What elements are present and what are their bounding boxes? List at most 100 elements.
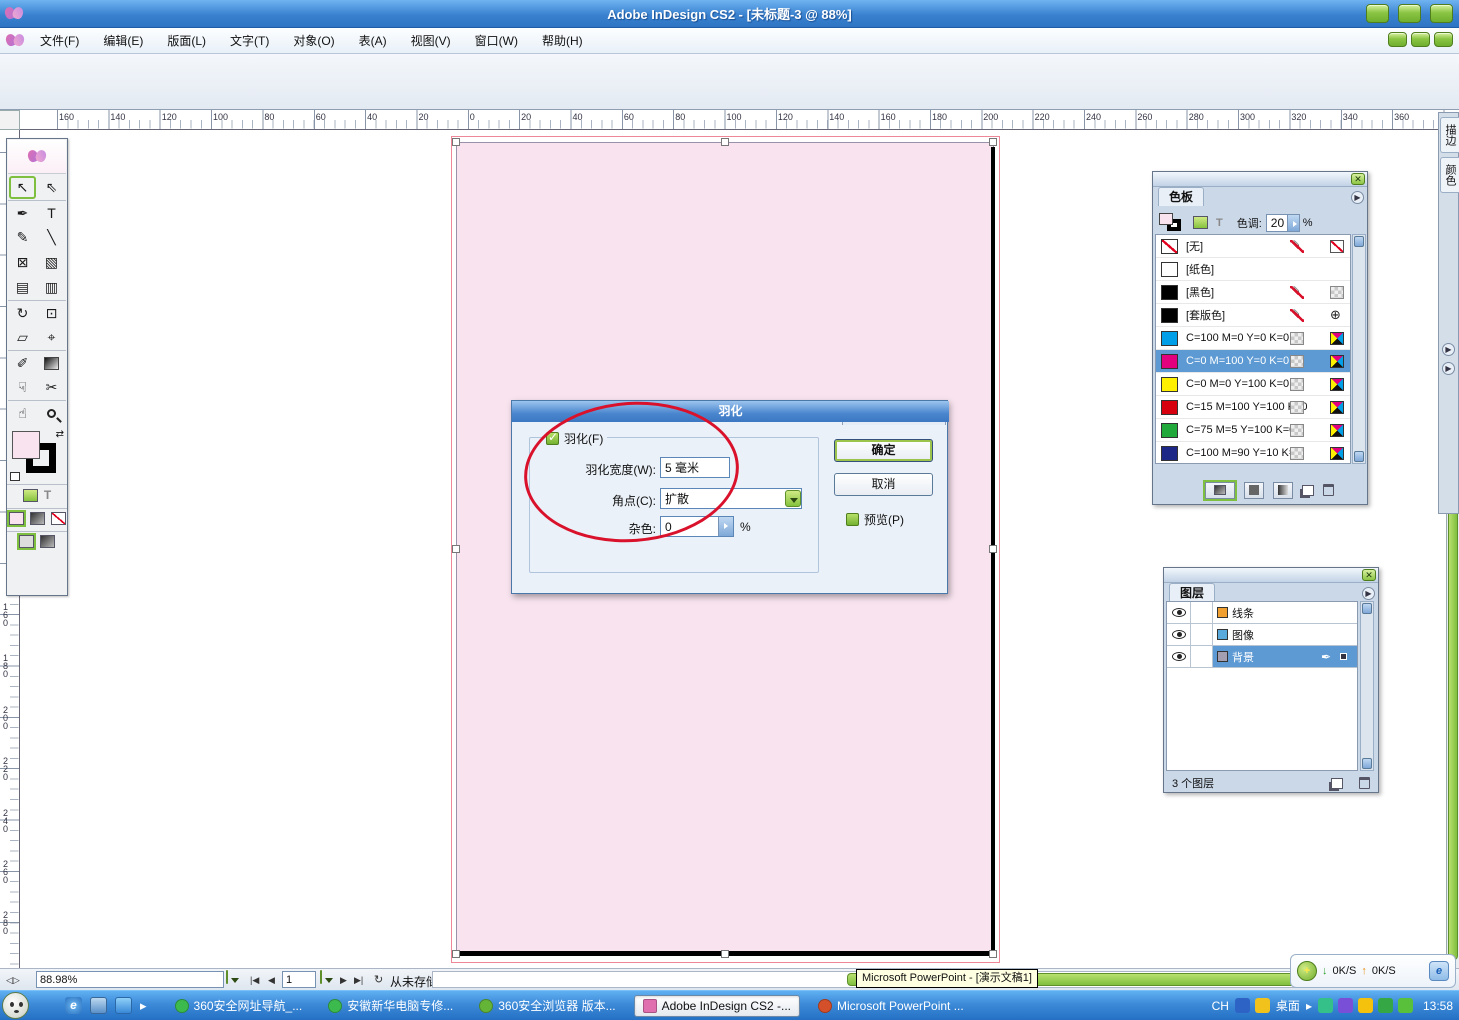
- menu-item[interactable]: 对象(O): [285, 30, 342, 51]
- tool-button[interactable]: ☟: [8, 375, 37, 400]
- tint-field[interactable]: 20: [1266, 214, 1300, 232]
- cancel-button[interactable]: 取消: [834, 473, 933, 496]
- noise-field[interactable]: 0: [660, 516, 734, 537]
- scroll-up-icon[interactable]: [1354, 236, 1364, 247]
- doc-restore-button[interactable]: [1411, 32, 1430, 47]
- noise-spinner[interactable]: [718, 517, 733, 536]
- selection-handle-se[interactable]: [989, 950, 997, 958]
- tool-button[interactable]: ╲: [37, 225, 66, 250]
- show-color-swatches-button[interactable]: [1244, 482, 1264, 499]
- dialog-titlebar[interactable]: 羽化: [512, 401, 949, 422]
- swatch-row[interactable]: C=0 M=0 Y=100 K=0: [1156, 373, 1350, 396]
- layer-lock-cell[interactable]: [1191, 624, 1213, 645]
- language-indicator[interactable]: CH: [1212, 999, 1229, 1013]
- tray-icon[interactable]: [1398, 998, 1413, 1013]
- ie-icon[interactable]: e: [1429, 961, 1449, 981]
- swatches-scrollbar[interactable]: [1352, 234, 1366, 464]
- corner-dropdown[interactable]: 扩散: [660, 488, 802, 509]
- menu-item[interactable]: 窗口(W): [467, 30, 526, 51]
- tool-button[interactable]: ↖: [8, 175, 37, 200]
- tool-button[interactable]: ↻: [8, 300, 37, 325]
- tray-chevron-icon[interactable]: ▸: [1306, 999, 1312, 1013]
- net-monitor-icon[interactable]: +: [1297, 961, 1317, 981]
- new-swatch-icon[interactable]: [1302, 485, 1314, 496]
- new-layer-icon[interactable]: [1331, 778, 1343, 789]
- side-tab[interactable]: 颜色: [1440, 157, 1459, 193]
- tray-icon[interactable]: [1255, 998, 1270, 1013]
- swap-fill-stroke-icon[interactable]: ⇄: [56, 429, 64, 440]
- swatches-menu-icon[interactable]: ▶: [1351, 191, 1364, 204]
- page-dropdown[interactable]: [320, 970, 322, 984]
- quicklaunch-ie-icon[interactable]: e: [65, 997, 82, 1014]
- preview-view-button[interactable]: [40, 535, 55, 548]
- menu-item[interactable]: 版面(L): [159, 30, 214, 51]
- feather-checkbox[interactable]: [546, 432, 559, 445]
- tool-button[interactable]: ✒: [8, 200, 37, 225]
- ruler-origin-corner[interactable]: [0, 110, 20, 130]
- page-number-field[interactable]: 1: [282, 971, 316, 988]
- previous-page-button[interactable]: ◀: [268, 971, 275, 989]
- swatch-row[interactable]: C=75 M=5 Y=100 K=0: [1156, 419, 1350, 442]
- swatch-row[interactable]: C=100 M=0 Y=0 K=0: [1156, 327, 1350, 350]
- preview-checkbox[interactable]: [846, 513, 859, 526]
- tool-button[interactable]: ✎: [8, 225, 37, 250]
- last-page-button[interactable]: ▶|: [354, 971, 363, 989]
- swatches-fill-stroke-proxy[interactable]: [1159, 213, 1185, 233]
- swatch-row[interactable]: [无]: [1156, 235, 1350, 258]
- selection-handle-sw[interactable]: [452, 950, 460, 958]
- first-page-button[interactable]: |◀: [250, 971, 259, 989]
- tool-button[interactable]: ▤: [8, 275, 37, 300]
- menu-item[interactable]: 编辑(E): [95, 30, 151, 51]
- swatch-row[interactable]: [黑色]: [1156, 281, 1350, 304]
- zoom-level-field[interactable]: 88.98%: [36, 971, 224, 988]
- fill-swatch[interactable]: [12, 431, 40, 459]
- ok-button[interactable]: 确定: [834, 439, 933, 462]
- show-all-swatches-button[interactable]: [1205, 482, 1235, 499]
- selection-handle-nw[interactable]: [452, 138, 460, 146]
- scroll-down-icon[interactable]: [1354, 451, 1364, 462]
- close-button[interactable]: [1430, 4, 1453, 23]
- zoom-dropdown[interactable]: [226, 970, 228, 984]
- doc-close-button[interactable]: [1434, 32, 1453, 47]
- tool-button[interactable]: [37, 350, 66, 375]
- start-button[interactable]: [2, 992, 29, 1019]
- layers-tab[interactable]: 图层: [1169, 583, 1215, 602]
- layer-visibility-cell[interactable]: [1167, 646, 1191, 667]
- feather-width-field[interactable]: 5 毫米: [660, 457, 730, 478]
- apply-gradient-button[interactable]: [30, 512, 45, 525]
- dock-expand-icon[interactable]: ▶: [1442, 343, 1455, 356]
- tool-button[interactable]: ▥: [37, 275, 66, 300]
- horizontal-ruler[interactable]: 1601401201008060402002040608010012014016…: [20, 110, 1459, 130]
- selection-handle-e[interactable]: [989, 545, 997, 553]
- scroll-down-icon[interactable]: [1362, 758, 1372, 769]
- tool-button[interactable]: ☝: [8, 400, 37, 425]
- formatting-text-button[interactable]: T: [44, 488, 51, 502]
- tray-icon[interactable]: [1338, 998, 1353, 1013]
- corner-dropdown-button[interactable]: [785, 490, 801, 507]
- quicklaunch-chevron-icon[interactable]: ▸: [140, 998, 147, 1014]
- swatch-row[interactable]: C=0 M=100 Y=0 K=0: [1156, 350, 1350, 373]
- doc-minimize-button[interactable]: [1388, 32, 1407, 47]
- side-tab[interactable]: 描边: [1440, 117, 1459, 153]
- layer-row[interactable]: 图像 ✒: [1167, 624, 1357, 646]
- layers-titlebar[interactable]: ✕: [1164, 568, 1378, 583]
- swatch-row[interactable]: C=15 M=100 Y=100 K=0: [1156, 396, 1350, 419]
- selection-handle-s[interactable]: [721, 950, 729, 958]
- layer-row[interactable]: 线条 ✒: [1167, 602, 1357, 624]
- layer-row[interactable]: 背景 ✒: [1167, 646, 1357, 668]
- show-gradient-swatches-button[interactable]: [1273, 482, 1293, 499]
- tool-button[interactable]: [37, 400, 66, 425]
- tool-button[interactable]: ▱: [8, 325, 37, 350]
- zoom-slider-icon[interactable]: ◁▷: [6, 971, 20, 989]
- layer-lock-cell[interactable]: [1191, 646, 1213, 667]
- selection-handle-n[interactable]: [721, 138, 729, 146]
- layers-close-icon[interactable]: ✕: [1362, 569, 1376, 581]
- tray-icon[interactable]: [1235, 998, 1250, 1013]
- layers-scrollbar[interactable]: [1360, 601, 1374, 771]
- tray-icon[interactable]: [1378, 998, 1393, 1013]
- container-button[interactable]: [1193, 216, 1208, 229]
- tool-button[interactable]: ⊠: [8, 250, 37, 275]
- layer-lock-cell[interactable]: [1191, 602, 1213, 623]
- menu-item[interactable]: 视图(V): [403, 30, 459, 51]
- tint-spinner[interactable]: [1287, 215, 1299, 231]
